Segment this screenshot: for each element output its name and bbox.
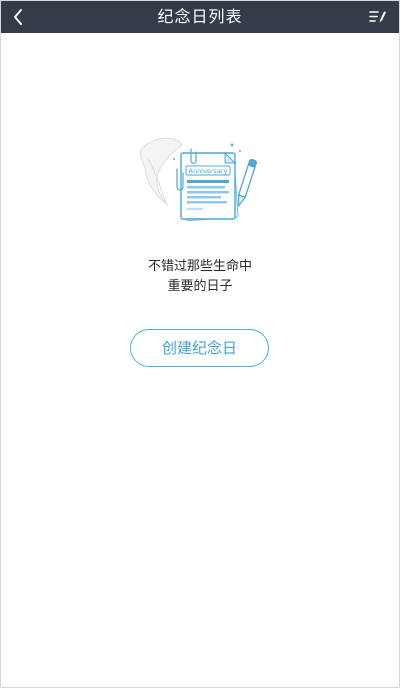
- empty-state-message: 不错过那些生命中 重要的日子: [1, 257, 399, 297]
- edit-list-icon: [369, 11, 386, 23]
- illustration-title-text: Anniversary: [189, 167, 228, 175]
- app-screen: 纪念日列表 Anniversary 不错过那些生命中 重要的日子 创建纪念日: [0, 0, 400, 688]
- empty-state-line-2: 重要的日子: [167, 279, 233, 294]
- edit-list-button[interactable]: [363, 1, 393, 33]
- page-title: 纪念日列表: [157, 7, 243, 26]
- empty-state-line-1: 不错过那些生命中: [147, 259, 252, 274]
- create-anniversary-button[interactable]: 创建纪念日: [130, 329, 269, 367]
- anniversary-document-icon: Anniversary: [139, 137, 258, 222]
- anniversary-illustration: Anniversary: [134, 129, 258, 225]
- top-nav-bar: 纪念日列表: [1, 1, 399, 33]
